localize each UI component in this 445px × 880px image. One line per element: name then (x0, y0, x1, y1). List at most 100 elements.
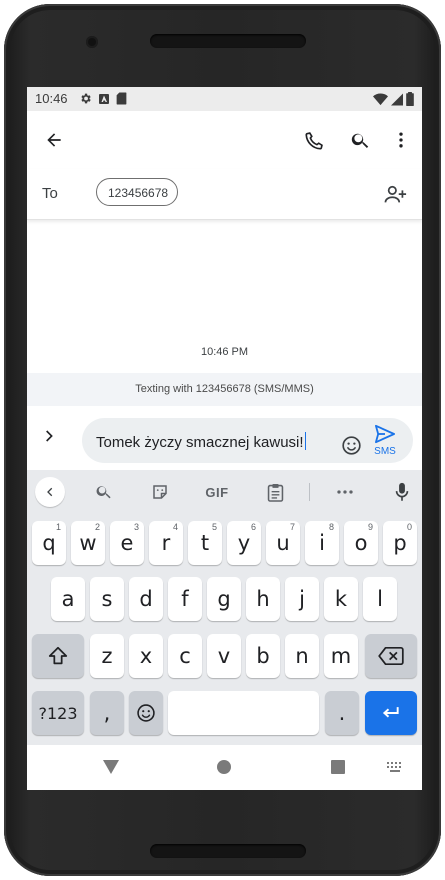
shift-key[interactable] (32, 634, 84, 678)
recipient-row: To 123456678 (27, 169, 422, 220)
to-label: To (42, 185, 58, 202)
recipient-chip[interactable]: 123456678 (96, 178, 178, 206)
key-i[interactable]: i8 (305, 521, 339, 565)
wifi-icon (373, 93, 388, 105)
key-o[interactable]: o9 (344, 521, 378, 565)
a-badge-icon (99, 93, 109, 104)
key-label: e (120, 531, 134, 555)
backspace-key[interactable] (365, 634, 417, 678)
keyboard-search-button[interactable] (87, 475, 121, 509)
send-icon (374, 424, 395, 444)
key-f[interactable]: f (168, 577, 202, 621)
chevron-right-icon (46, 430, 53, 442)
key-hint: 4 (172, 522, 178, 532)
key-label: r (161, 531, 171, 555)
shift-icon (48, 646, 68, 665)
space-key[interactable] (168, 691, 319, 735)
keyboard-more-button[interactable] (328, 475, 362, 509)
key-w[interactable]: w2 (71, 521, 105, 565)
more-vert-icon (399, 132, 403, 148)
conversation-info: Texting with 123456678 (SMS/MMS) (27, 373, 422, 406)
key-d[interactable]: d (129, 577, 163, 621)
key-z[interactable]: z (90, 634, 124, 678)
key-hint: 7 (289, 522, 295, 532)
key-h[interactable]: h (246, 577, 280, 621)
nav-back-button[interactable] (94, 750, 128, 784)
message-input[interactable]: Tomek życzy smacznej kawusi! SMS (82, 418, 413, 463)
key-p[interactable]: p0 (383, 521, 417, 565)
status-time: 10:46 (35, 91, 68, 106)
key-s[interactable]: s (90, 577, 124, 621)
expand-attachments-button[interactable] (41, 428, 57, 449)
voice-input-button[interactable] (385, 475, 419, 509)
message-text: Tomek życzy smacznej kawusi! (96, 434, 304, 451)
key-label: u (276, 531, 290, 555)
add-recipient-button[interactable] (379, 178, 413, 212)
key-label: o (354, 531, 368, 555)
signal-icon (391, 93, 403, 105)
sticker-icon (153, 485, 167, 499)
keyboard: GIF q1w2e3r4t5y6u7i8o9p0 asdfghjkl zxcvb… (27, 470, 422, 790)
toolbar-divider (309, 483, 310, 501)
period-key[interactable]: . (325, 691, 359, 735)
key-label: t (200, 531, 210, 555)
key-x[interactable]: x (129, 634, 163, 678)
battery-icon (406, 92, 414, 106)
sd-card-icon (116, 92, 127, 105)
top-speaker (150, 34, 306, 48)
status-bar: 10:46 (27, 87, 422, 111)
key-hint: 9 (367, 522, 373, 532)
comma-key[interactable]: , (90, 691, 124, 735)
key-hint: 0 (406, 522, 412, 532)
nav-recents-button[interactable] (321, 750, 355, 784)
back-arrow-icon (47, 133, 61, 147)
more-options-button[interactable] (384, 123, 418, 157)
send-label: SMS (374, 446, 396, 457)
key-hint: 5 (211, 522, 217, 532)
send-sms-button[interactable]: SMS (370, 424, 400, 458)
sticker-button[interactable] (143, 475, 177, 509)
search-icon (351, 133, 368, 148)
composer: Tomek życzy smacznej kawusi! SMS (27, 406, 422, 470)
keyboard-toolbar: GIF (27, 470, 422, 514)
emoji-button[interactable] (334, 428, 368, 462)
keyboard-icon (387, 762, 401, 772)
search-button[interactable] (343, 123, 377, 157)
key-r[interactable]: r4 (149, 521, 183, 565)
key-y[interactable]: y6 (227, 521, 261, 565)
key-n[interactable]: n (285, 634, 319, 678)
clipboard-button[interactable] (258, 475, 292, 509)
nav-recents-square-icon (331, 760, 345, 774)
key-m[interactable]: m (324, 634, 358, 678)
emoji-icon (341, 435, 361, 455)
key-u[interactable]: u7 (266, 521, 300, 565)
add-person-icon (384, 185, 407, 203)
keyboard-switch-button[interactable] (378, 750, 412, 784)
symbols-key[interactable]: ?123 (32, 691, 84, 735)
back-button[interactable] (37, 123, 71, 157)
emoji-key[interactable] (129, 691, 163, 735)
nav-home-button[interactable] (207, 750, 241, 784)
key-g[interactable]: g (207, 577, 241, 621)
backspace-icon (378, 646, 404, 666)
key-c[interactable]: c (168, 634, 202, 678)
key-k[interactable]: k (324, 577, 358, 621)
key-l[interactable]: l (363, 577, 397, 621)
key-hint: 3 (133, 522, 139, 532)
phone-icon (304, 131, 323, 150)
text-cursor (304, 432, 306, 450)
key-j[interactable]: j (285, 577, 319, 621)
key-a[interactable]: a (51, 577, 85, 621)
key-v[interactable]: v (207, 634, 241, 678)
key-e[interactable]: e3 (110, 521, 144, 565)
key-b[interactable]: b (246, 634, 280, 678)
key-q[interactable]: q1 (32, 521, 66, 565)
toolbar-back-button[interactable] (35, 477, 65, 507)
gif-button[interactable]: GIF (200, 475, 234, 509)
call-button[interactable] (297, 123, 331, 157)
key-t[interactable]: t5 (188, 521, 222, 565)
key-label: w (79, 531, 97, 555)
key-hint: 2 (94, 522, 100, 532)
key-hint: 6 (250, 522, 256, 532)
enter-key[interactable] (365, 691, 417, 735)
